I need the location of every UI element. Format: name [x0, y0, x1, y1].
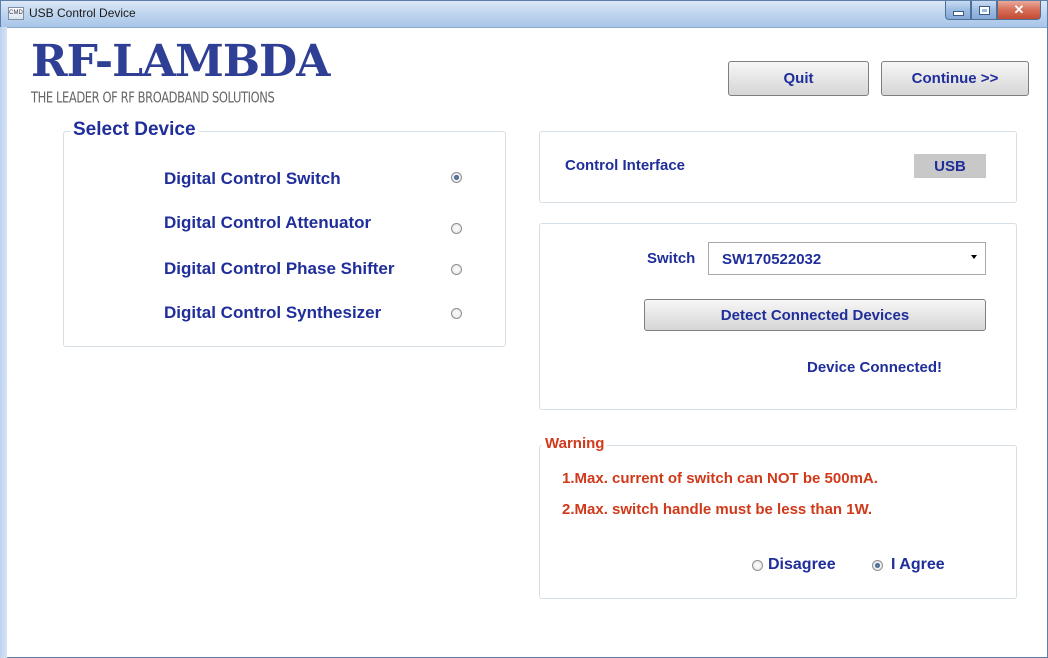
- device-option-label: Digital Control Synthesizer: [164, 303, 382, 322]
- app-window: CMD USB Control Device ✕ RF-LAMBDA THE L…: [0, 0, 1048, 658]
- device-option-attenuator-radio[interactable]: [451, 223, 462, 234]
- switch-select[interactable]: SW170522032: [708, 242, 986, 275]
- warning-group: [539, 445, 1017, 599]
- device-option-switch-radio[interactable]: [451, 172, 462, 183]
- device-option-label: Digital Control Phase Shifter: [164, 259, 395, 278]
- select-device-title: Select Device: [70, 119, 199, 141]
- close-icon: ✕: [1013, 2, 1025, 17]
- warning-line: 2.Max. switch handle must be less than 1…: [562, 501, 873, 518]
- app-icon: CMD: [8, 7, 24, 20]
- warning-title: Warning: [542, 435, 608, 452]
- control-interface-value: USB: [914, 154, 986, 178]
- switch-select-value: SW170522032: [722, 251, 822, 268]
- device-option-label: Digital Control Attenuator: [164, 213, 372, 232]
- close-button[interactable]: ✕: [997, 1, 1041, 20]
- window-controls: ✕: [945, 1, 1041, 21]
- brand-logo: RF-LAMBDA: [31, 36, 330, 87]
- agree-radio[interactable]: [872, 560, 883, 571]
- warning-line: 1.Max. current of switch can NOT be 500m…: [562, 470, 878, 487]
- title-bar[interactable]: CMD USB Control Device ✕: [1, 1, 1047, 28]
- minimize-icon: [952, 10, 964, 16]
- device-option-label: Digital Control Switch: [164, 169, 341, 188]
- minimize-button[interactable]: [945, 1, 971, 20]
- control-interface-label: Control Interface: [565, 157, 686, 174]
- maximize-button[interactable]: [971, 1, 997, 20]
- connection-status: Device Connected!: [807, 359, 943, 376]
- window-title: USB Control Device: [29, 6, 136, 20]
- maximize-icon: [978, 5, 990, 15]
- window-left-border: [0, 27, 7, 658]
- brand-tagline: THE LEADER OF RF BROADBAND SOLUTIONS: [31, 88, 275, 107]
- disagree-radio[interactable]: [752, 560, 763, 571]
- quit-button[interactable]: Quit: [728, 61, 869, 96]
- continue-button[interactable]: Continue >>: [881, 61, 1029, 96]
- detect-devices-button[interactable]: Detect Connected Devices: [644, 299, 986, 331]
- device-option-synthesizer-radio[interactable]: [451, 308, 462, 319]
- switch-label: Switch: [647, 250, 696, 267]
- disagree-label: Disagree: [768, 556, 836, 573]
- chevron-down-icon: [971, 255, 977, 259]
- device-option-phase-shifter-radio[interactable]: [451, 264, 462, 275]
- agree-label: I Agree: [891, 556, 945, 573]
